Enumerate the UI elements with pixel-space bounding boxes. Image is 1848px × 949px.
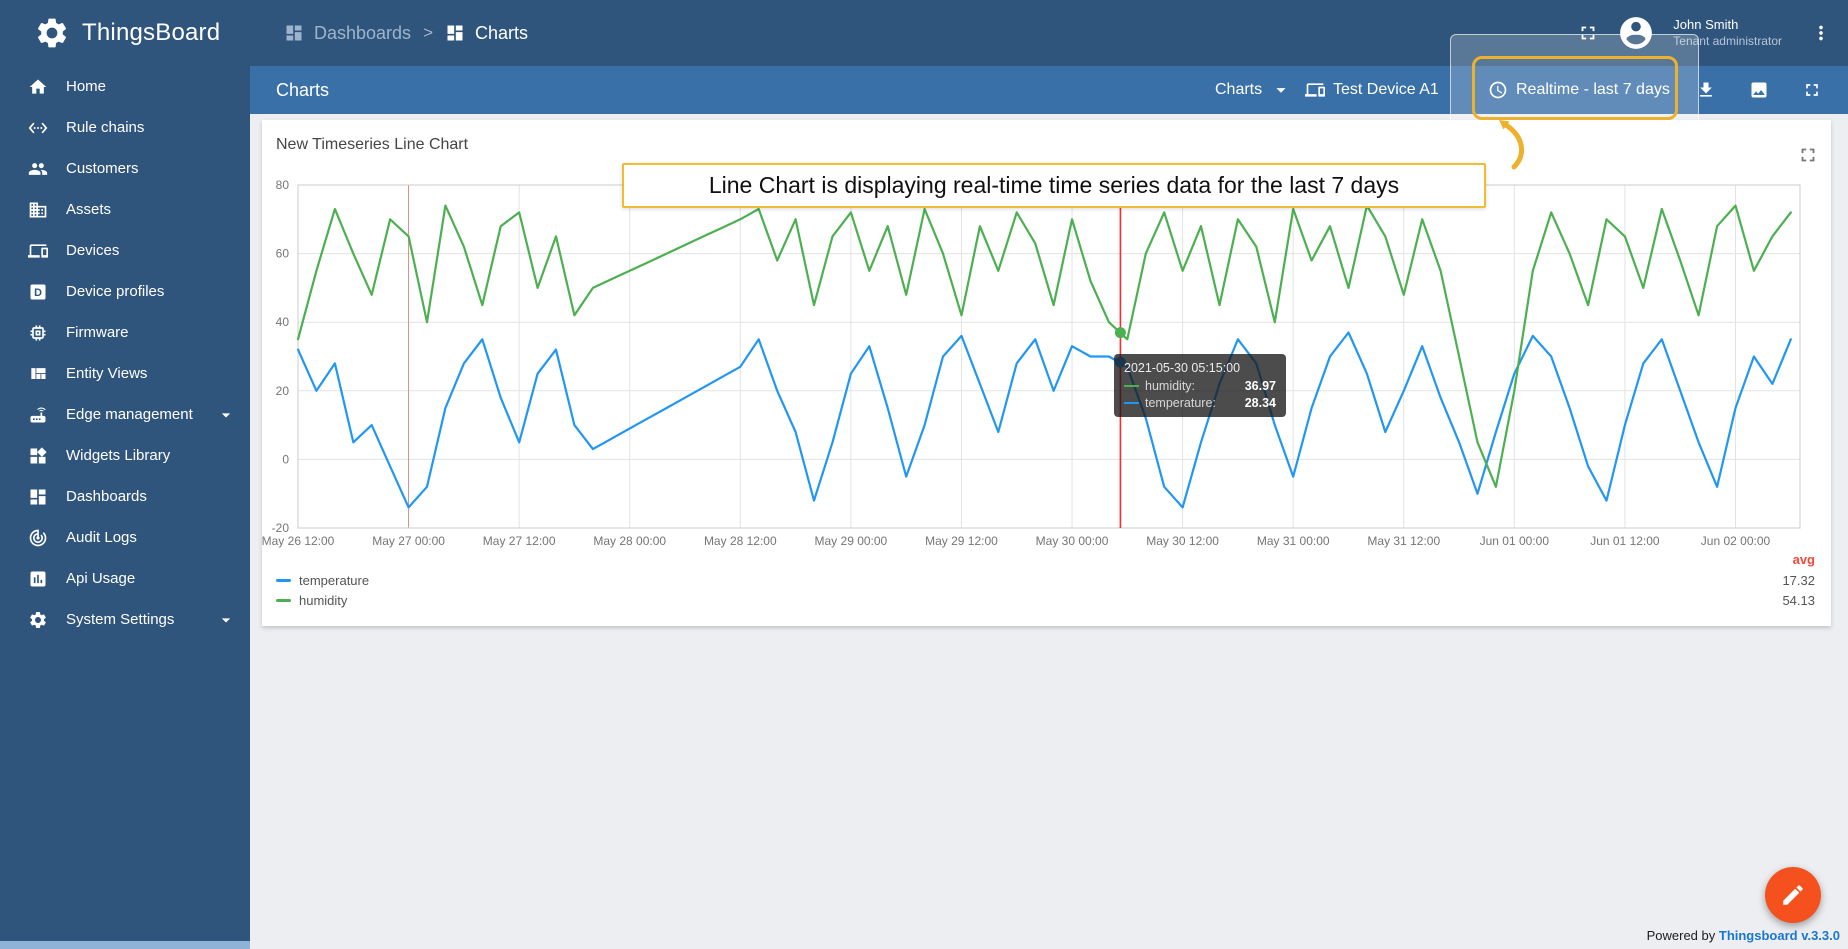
svg-text:May 31 00:00: May 31 00:00	[1257, 534, 1330, 548]
annotation-callout: Line Chart is displaying real-time time …	[622, 163, 1486, 208]
assets-icon	[28, 200, 48, 220]
sidebar-item-assets[interactable]: Assets	[0, 189, 250, 230]
dashboard-fullscreen-button[interactable]	[1802, 66, 1822, 114]
sidebar-item-edge-management[interactable]: Edge management	[0, 394, 250, 435]
temperature-swatch	[276, 579, 291, 582]
svg-text:May 27 12:00: May 27 12:00	[483, 534, 556, 548]
powered-by-footer: Powered by Thingsboard v.3.3.0	[1647, 928, 1840, 943]
edit-dashboard-fab[interactable]	[1765, 867, 1821, 923]
image-icon	[1749, 80, 1769, 100]
svg-text:May 29 12:00: May 29 12:00	[925, 534, 998, 548]
sidebar-item-customers[interactable]: Customers	[0, 148, 250, 189]
svg-text:Jun 02 00:00: Jun 02 00:00	[1701, 534, 1771, 548]
home-icon	[28, 77, 48, 97]
device-icon	[1305, 80, 1325, 100]
rule-chains-icon	[28, 118, 48, 138]
svg-text:60: 60	[276, 247, 290, 261]
widgets-icon	[28, 446, 48, 466]
user-name: John Smith	[1673, 17, 1782, 34]
dashboards-grid-icon	[445, 23, 465, 43]
sidebar-item-api-usage[interactable]: Api Usage	[0, 558, 250, 599]
sidebar-item-devices[interactable]: Devices	[0, 230, 250, 271]
svg-text:May 26 12:00: May 26 12:00	[262, 534, 335, 548]
svg-text:-20: -20	[272, 521, 290, 535]
chevron-down-icon	[1270, 79, 1292, 101]
thingsboard-gear-logo-icon	[34, 15, 70, 51]
sidebar-item-audit-logs[interactable]: Audit Logs	[0, 517, 250, 558]
svg-text:Jun 01 12:00: Jun 01 12:00	[1590, 534, 1660, 548]
audit-logs-icon	[28, 528, 48, 548]
svg-text:May 29 00:00: May 29 00:00	[815, 534, 888, 548]
sidebar-item-entity-views[interactable]: Entity Views	[0, 353, 250, 394]
svg-text:0: 0	[282, 452, 289, 466]
legend-avg-temperature: 17.32	[1782, 573, 1815, 588]
chart-tooltip: 2021-05-30 05:15:00 humidity: 36.97 temp…	[1114, 354, 1286, 417]
tooltip-row-humidity: humidity: 36.97	[1124, 379, 1276, 393]
entity-select[interactable]: Test Device A1	[1305, 66, 1439, 114]
sidebar-item-system-settings[interactable]: System Settings	[0, 599, 250, 640]
export-dashboard-button[interactable]	[1696, 66, 1716, 114]
legend-item-humidity[interactable]: humidity	[276, 593, 347, 608]
tooltip-timestamp: 2021-05-30 05:15:00	[1124, 361, 1276, 375]
breadcrumb-dashboards[interactable]: Dashboards	[284, 23, 411, 44]
sidebar-nav: Home Rule chains Customers Assets Device…	[0, 66, 250, 949]
thingsboard-app: ThingsBoard Dashboards > Charts John Smi…	[0, 0, 1848, 949]
dashboards-grid-icon	[284, 23, 304, 43]
dashboard-title: Charts	[276, 66, 329, 114]
widget-fullscreen-icon[interactable]	[1797, 144, 1819, 166]
firmware-chip-icon	[28, 323, 48, 343]
svg-text:Jun 01 00:00: Jun 01 00:00	[1480, 534, 1550, 548]
sidebar-horizontal-scrollbar[interactable]	[0, 941, 250, 949]
dashboards-grid-icon	[28, 487, 48, 507]
sidebar-item-rule-chains[interactable]: Rule chains	[0, 107, 250, 148]
sidebar-item-dashboards[interactable]: Dashboards	[0, 476, 250, 517]
temperature-swatch	[1124, 402, 1139, 405]
svg-text:May 30 12:00: May 30 12:00	[1146, 534, 1219, 548]
breadcrumb-separator: >	[423, 23, 433, 43]
chevron-down-icon[interactable]	[216, 405, 236, 425]
entity-views-icon	[28, 364, 48, 384]
svg-text:20: 20	[276, 384, 290, 398]
app-name: ThingsBoard	[82, 19, 220, 47]
api-usage-chart-icon	[28, 569, 48, 589]
version-link[interactable]: Thingsboard v.3.3.0	[1719, 928, 1840, 943]
legend-avg-humidity: 54.13	[1782, 593, 1815, 608]
svg-text:May 28 12:00: May 28 12:00	[704, 534, 777, 548]
svg-text:May 27 00:00: May 27 00:00	[372, 534, 445, 548]
tooltip-row-temperature: temperature: 28.34	[1124, 396, 1276, 410]
fullscreen-icon	[1802, 80, 1822, 100]
annotation-highlight-box	[1472, 56, 1678, 120]
download-icon	[1696, 80, 1716, 100]
svg-text:May 28 00:00: May 28 00:00	[593, 534, 666, 548]
sidebar-item-device-profiles[interactable]: D Device profiles	[0, 271, 250, 312]
humidity-swatch	[276, 599, 291, 602]
dashboard-states-select[interactable]: Charts	[1215, 66, 1292, 114]
pencil-edit-icon	[1780, 882, 1806, 908]
more-vert-icon[interactable]	[1810, 22, 1832, 44]
breadcrumb: Dashboards > Charts	[284, 23, 528, 44]
chevron-down-icon[interactable]	[216, 610, 236, 630]
sidebar-item-widgets-library[interactable]: Widgets Library	[0, 435, 250, 476]
edge-router-icon	[28, 405, 48, 425]
customers-icon	[28, 159, 48, 179]
dashboard-image-button[interactable]	[1749, 66, 1769, 114]
sidebar-item-home[interactable]: Home	[0, 66, 250, 107]
svg-text:40: 40	[276, 315, 290, 329]
widget-title: New Timeseries Line Chart	[276, 136, 468, 154]
svg-text:80: 80	[276, 178, 290, 192]
legend-avg-header: avg	[1793, 552, 1815, 567]
svg-text:May 30 00:00: May 30 00:00	[1036, 534, 1109, 548]
sidebar-item-firmware[interactable]: Firmware	[0, 312, 250, 353]
legend-item-temperature[interactable]: temperature	[276, 573, 369, 588]
humidity-swatch	[1124, 385, 1139, 388]
svg-text:D: D	[34, 287, 42, 299]
svg-text:May 31 12:00: May 31 12:00	[1367, 534, 1440, 548]
settings-gear-icon	[28, 610, 48, 630]
devices-icon	[28, 241, 48, 261]
device-profiles-icon: D	[28, 282, 48, 302]
annotation-arrow	[1484, 119, 1530, 171]
breadcrumb-charts[interactable]: Charts	[445, 23, 528, 44]
app-logo[interactable]: ThingsBoard	[0, 15, 250, 51]
